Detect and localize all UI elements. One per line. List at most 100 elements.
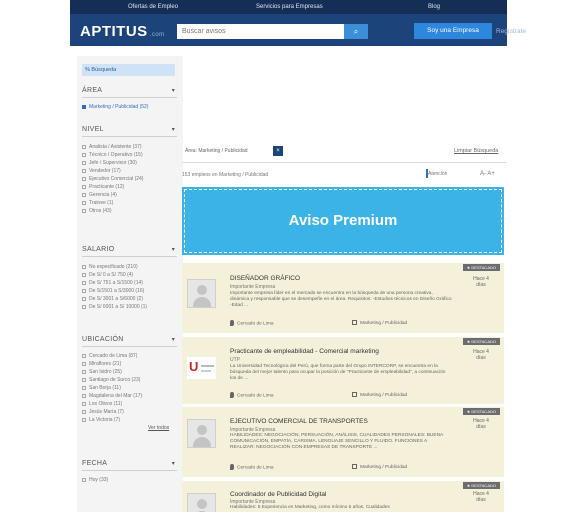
location-pin-icon: [230, 464, 234, 470]
filter-salario-header[interactable]: SALARIO ▾: [82, 246, 177, 253]
nav-servicios-link[interactable]: Servicios para Empresas: [256, 4, 323, 10]
site-logo[interactable]: APTITUS .com: [80, 23, 165, 40]
job-area: Marketing / Publicidad: [352, 392, 407, 398]
search-tag[interactable]: % Búsqueda: [82, 64, 175, 76]
filter-nivel-option[interactable]: Analista / Asistente (37): [82, 144, 142, 150]
job-location: Cercado de Lima: [230, 392, 274, 398]
destacado-badge: ★ DESTACADO: [462, 408, 500, 415]
chevron-down-icon: ▾: [171, 247, 175, 253]
filter-ubicacion-option[interactable]: Santiago de Surco (23): [82, 377, 140, 383]
filter-area-option[interactable]: Marketing / Publicidad (52): [82, 104, 148, 110]
filter-nivel-option[interactable]: Técnico / Operativo (15): [82, 152, 143, 158]
filter-ubicacion-option[interactable]: Cercado de Lima (87): [82, 353, 137, 359]
chevron-down-icon: ▾: [171, 461, 175, 467]
job-title[interactable]: Coordinador de Publicidad Digital: [230, 491, 326, 498]
search-button[interactable]: ⌕: [344, 24, 368, 39]
filter-fecha-option[interactable]: Hoy (33): [82, 477, 108, 483]
job-time: Hace 4 días: [473, 349, 489, 361]
soy-empresa-button[interactable]: Soy una Empresa: [414, 23, 492, 39]
job-card[interactable]: ★ DESTACADO Coordinador de Publicidad Di…: [182, 481, 504, 512]
job-title[interactable]: DISEÑADOR GRÁFICO: [230, 275, 300, 282]
remove-filter-button[interactable]: ×: [273, 146, 283, 156]
filter-salario-option[interactable]: De S/ 0 a S/ 750 (4): [82, 272, 133, 278]
auth-links: Regístrate o Ingresa: [496, 28, 555, 35]
premium-banner[interactable]: Aviso Premium: [182, 187, 504, 255]
limpiar-busqueda-link[interactable]: Limpiar Búsqueda: [454, 148, 498, 154]
filter-sidebar: % Búsqueda ÁREA ▾ Marketing / Publicidad …: [77, 56, 183, 512]
destacado-badge: ★ DESTACADO: [462, 482, 500, 489]
briefcase-icon: [352, 464, 357, 469]
results-count: 153 empleos en Marketing / Publicidad: [182, 172, 269, 178]
filter-ubicacion-option[interactable]: Jesús María (7): [82, 409, 124, 415]
filter-nivel-option[interactable]: Ejecutivo Comercial (24): [82, 176, 143, 182]
divider: [182, 162, 507, 163]
job-title[interactable]: Practicante de empleabilidad - Comercial…: [230, 348, 379, 355]
destacado-badge: ★ DESTACADO: [462, 338, 500, 345]
filter-area-header[interactable]: ÁREA ▾: [82, 87, 177, 94]
filter-ubicacion-option[interactable]: Magdalena del Mar (17): [82, 393, 142, 399]
filter-nivel-option[interactable]: Vendedor (17): [82, 168, 121, 174]
job-card[interactable]: ★ DESTACADO U Practicante de empleabilid…: [182, 337, 504, 404]
briefcase-icon: [352, 392, 357, 397]
job-title[interactable]: EJECUTIVO COMERCIAL DE TRANSPORTES: [230, 418, 368, 425]
divider: [82, 97, 177, 98]
nav-ofertas-link[interactable]: Ofertas de Empleo: [128, 4, 178, 10]
search-input[interactable]: [177, 24, 344, 39]
filter-salario-option[interactable]: No especificado (210): [82, 264, 138, 270]
job-description: La Universidad Tecnológica del Perú, que…: [230, 364, 446, 381]
filter-ubicacion-option[interactable]: Miraflores (21): [82, 361, 121, 367]
job-company: UTP: [230, 357, 240, 363]
font-size-controls[interactable]: A- A+: [480, 171, 495, 177]
divider: [82, 136, 177, 137]
atencion-link[interactable]: Atención: [428, 171, 447, 177]
filter-ubicacion-option[interactable]: San Borja (11): [82, 385, 121, 391]
checkbox[interactable]: [82, 104, 86, 109]
job-time: Hace 4 días: [473, 418, 489, 430]
filter-ubicacion-option[interactable]: San Isidro (25): [82, 369, 122, 375]
job-company: Importante Empresa: [230, 284, 276, 290]
divider: [82, 256, 177, 257]
divider: [82, 470, 177, 471]
filter-salario-option[interactable]: De S/ 751 a S/1500 (14): [82, 280, 143, 286]
job-description: HABILIDADES: NEGOCIACIÓN, PERSUACIÓN, AN…: [230, 433, 443, 450]
filter-nivel-option[interactable]: Gerencia (4): [82, 192, 117, 198]
filter-nivel-header[interactable]: NIVEL ▾: [82, 126, 177, 133]
chevron-down-icon: ▾: [171, 337, 175, 343]
job-area: Marketing / Publicidad: [352, 320, 407, 326]
destacado-badge: ★ DESTACADO: [462, 264, 500, 271]
filter-nivel-option[interactable]: Practicante (12): [82, 184, 124, 190]
filter-salario-option[interactable]: De S/ 6001 a S/ 10000 (1): [82, 304, 147, 310]
filter-ubicacion-option[interactable]: Los Olivos (11): [82, 401, 122, 407]
top-nav: Ofertas de Empleo Servicios para Empresa…: [70, 0, 507, 14]
divider: [82, 346, 177, 347]
registrate-link[interactable]: Regístrate: [496, 28, 526, 35]
filter-nivel-option[interactable]: Jefe / Supervisor (30): [82, 160, 137, 166]
job-time: Hace 4 días: [473, 276, 489, 288]
filter-salario-option[interactable]: De S/1501 a S/3000 (16): [82, 288, 144, 294]
job-area: Marketing / Publicidad: [352, 464, 407, 470]
ingresa-link[interactable]: o Ingresa: [528, 28, 555, 35]
briefcase-icon: [352, 320, 357, 325]
chevron-down-icon: ▾: [171, 127, 175, 133]
nav-blog-link[interactable]: Blog: [428, 4, 440, 10]
main-header: APTITUS.com ⌕ Soy una Empresa Regístrate…: [70, 14, 555, 46]
job-time: Hace 4 días: [473, 491, 489, 503]
ver-todos-link[interactable]: Ver todos: [148, 425, 169, 431]
job-card[interactable]: ★ DESTACADO EJECUTIVO COMERCIAL DE TRANS…: [182, 407, 504, 477]
filter-nivel-option[interactable]: Trainee (1): [82, 200, 113, 206]
filter-ubicacion-header[interactable]: UBICACIÓN ▾: [82, 336, 177, 343]
company-avatar: [187, 493, 216, 512]
job-location: Cercado de Lima: [230, 464, 274, 470]
job-card[interactable]: ★ DESTACADO DISEÑADOR GRÁFICO Importante…: [182, 263, 504, 333]
location-pin-icon: [230, 392, 234, 398]
company-avatar: [187, 419, 216, 448]
location-pin-icon: [230, 320, 234, 326]
filter-fecha-header[interactable]: FECHA ▾: [82, 460, 177, 467]
company-avatar: [187, 279, 216, 308]
company-logo: U: [187, 357, 216, 379]
filter-salario-option[interactable]: De S/ 3001 a S/6000 (2): [82, 296, 143, 302]
job-description: Importante empresa líder en el mercado s…: [230, 291, 452, 308]
chevron-down-icon: ▾: [171, 88, 175, 94]
filter-ubicacion-option[interactable]: La Victoria (7): [82, 417, 120, 423]
filter-nivel-option[interactable]: Otros (43): [82, 208, 112, 214]
